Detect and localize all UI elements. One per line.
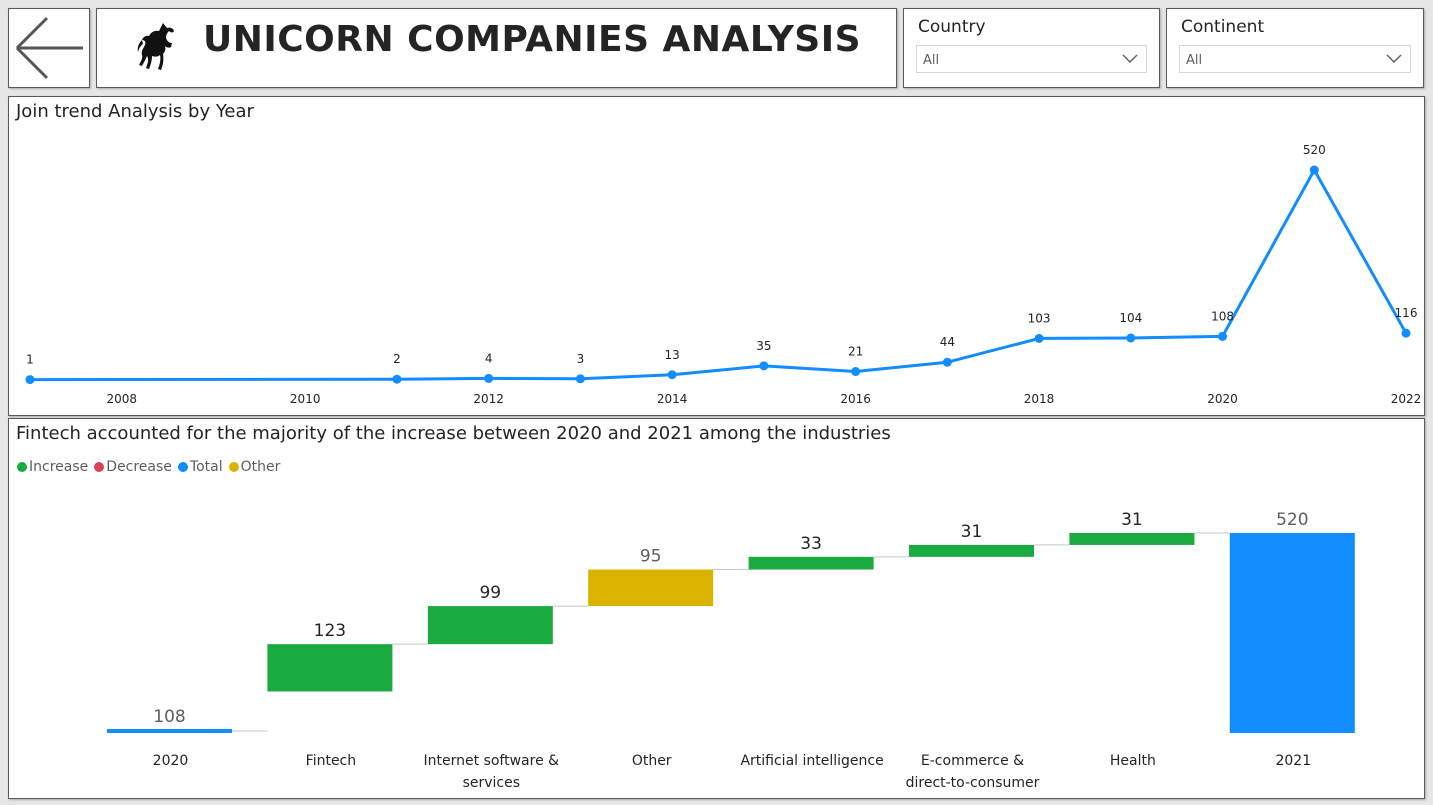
x-tick-label: 2016 (840, 392, 871, 406)
trend-line (29, 168, 1408, 382)
x-tick-label: 2022 (1391, 392, 1422, 406)
join-trend-chart: Join trend Analysis by Year 1 2 4 3 13 35 21 44… (8, 96, 1425, 416)
category-label: Artificial intelligence (740, 753, 883, 769)
data-point (851, 367, 861, 377)
data-label: 116 (1395, 306, 1418, 320)
category-label: services (463, 775, 520, 791)
unicorn-icon (137, 23, 174, 70)
country-dropdown[interactable]: All (916, 45, 1147, 73)
data-point (1218, 331, 1228, 341)
data-point (1401, 328, 1411, 338)
bar-value-label: 31 (961, 522, 983, 542)
bar-value-label: 99 (479, 583, 501, 603)
x-tick-label: 2020 (1207, 392, 1238, 406)
category-label: 2021 (1275, 753, 1311, 769)
data-point (25, 375, 35, 385)
data-point (1309, 165, 1319, 175)
x-tick-label: 2012 (473, 392, 504, 406)
data-point (1034, 333, 1044, 343)
waterfall-bar (909, 544, 1034, 557)
data-label: 104 (1119, 311, 1142, 325)
join-trend-plot: 1 2 4 3 13 35 21 44 103 104 108 520 116 2008 2010 2012 2… (25, 143, 1422, 406)
waterfall-plot: 108 2020 123 Fintech 99 Internet software & se… (107, 510, 1355, 791)
x-tick-label: 2014 (657, 392, 688, 406)
continent-slicer: Continent All (1166, 8, 1424, 88)
data-label: 35 (756, 339, 771, 353)
bar-value-label: 520 (1276, 510, 1308, 530)
waterfall-bar (267, 644, 393, 692)
category-label: Other (632, 753, 672, 769)
x-tick-label: 2008 (106, 392, 137, 406)
back-arrow-icon (15, 16, 83, 80)
data-point (759, 361, 769, 371)
continent-dropdown-value: All (1186, 53, 1203, 68)
data-label: 2 (393, 352, 401, 366)
category-label: Health (1110, 753, 1156, 769)
data-label: 108 (1211, 309, 1234, 323)
data-label: 103 (1028, 311, 1051, 325)
waterfall-bar (427, 606, 553, 645)
category-label: Fintech (306, 753, 356, 769)
chevron-down-icon (1122, 54, 1138, 63)
waterfall-bar (107, 729, 232, 733)
data-point (942, 357, 952, 367)
country-dropdown-value: All (923, 53, 940, 68)
bar-value-label: 108 (153, 707, 185, 727)
data-label: 520 (1303, 143, 1326, 157)
category-label: E-commerce & (921, 753, 1024, 769)
header-panel: UNICORN COMPANIES ANALYSIS (96, 8, 897, 88)
data-point (392, 374, 402, 384)
country-slicer-label: Country (918, 17, 986, 37)
data-point (1126, 333, 1136, 343)
bar-value-label: 95 (640, 547, 662, 567)
x-tick-label: 2010 (290, 392, 321, 406)
category-label: Internet software & (424, 753, 560, 769)
chevron-down-icon (1386, 54, 1402, 63)
waterfall-bar (588, 569, 714, 607)
data-label: 1 (26, 353, 34, 367)
data-point (484, 373, 494, 383)
data-point (575, 374, 585, 384)
bar-value-label: 33 (800, 534, 822, 554)
page-title: UNICORN COMPANIES ANALYSIS (203, 19, 862, 60)
category-label: 2020 (153, 753, 189, 769)
country-slicer: Country All (903, 8, 1160, 88)
data-point (667, 370, 677, 380)
data-label: 21 (848, 345, 863, 359)
data-label: 13 (664, 348, 679, 362)
bar-value-label: 31 (1121, 510, 1143, 530)
x-tick-label: 2018 (1024, 392, 1055, 406)
back-button[interactable] (8, 8, 90, 88)
bar-value-label: 123 (314, 621, 346, 641)
continent-dropdown[interactable]: All (1179, 45, 1411, 73)
waterfall-bar (1229, 533, 1355, 733)
data-label: 44 (940, 335, 955, 349)
waterfall-bar (748, 556, 874, 570)
industry-waterfall-chart: Fintech accounted for the majority of th… (8, 418, 1425, 799)
waterfall-bar (1069, 533, 1195, 545)
continent-slicer-label: Continent (1181, 17, 1265, 37)
data-label: 3 (577, 352, 585, 366)
data-label: 4 (485, 351, 493, 365)
category-label: direct-to-consumer (906, 775, 1040, 791)
